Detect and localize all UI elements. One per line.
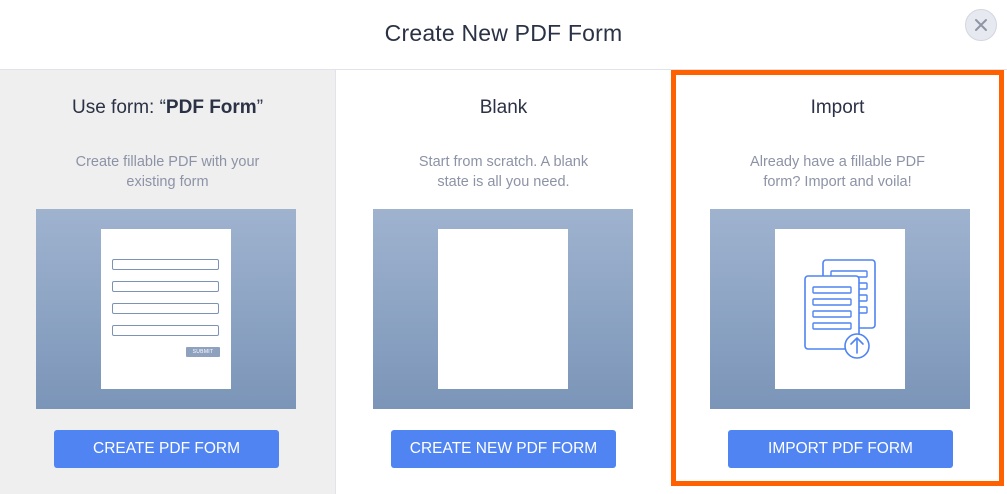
option-use-form[interactable]: Use form: “PDF Form” Create fillable PDF…: [0, 70, 335, 494]
option-title: Use form: “PDF Form”: [0, 97, 335, 119]
blank-preview-thumbnail: [373, 209, 633, 409]
option-title: Blank: [479, 97, 528, 118]
option-title-suffix: ”: [256, 97, 264, 118]
option-description: Start from scratch. A blank state is all…: [376, 152, 631, 192]
close-button[interactable]: [965, 9, 997, 41]
create-pdf-form-button[interactable]: CREATE PDF FORM: [54, 430, 279, 468]
form-preview-sheet: SUBMIT: [101, 229, 231, 389]
option-description-line: Already have a fillable PDF: [750, 154, 925, 170]
close-icon: [975, 19, 987, 31]
preview-field: [112, 303, 219, 314]
option-description-line: existing form: [126, 174, 209, 190]
option-description-line: Create fillable PDF with your: [75, 154, 260, 170]
modal-header: Create New PDF Form: [0, 0, 1007, 70]
option-description-line: state is all you need.: [437, 174, 570, 190]
import-pdf-form-button[interactable]: IMPORT PDF FORM: [728, 430, 953, 468]
option-description-line: Start from scratch. A blank: [418, 154, 589, 170]
option-title-prefix: Use form: “: [71, 97, 166, 118]
option-import[interactable]: Import Already have a fillable PDF form?…: [671, 70, 1004, 486]
document-upload-icon: [804, 259, 876, 359]
option-blank[interactable]: Blank Start from scratch. A blank state …: [335, 70, 671, 494]
preview-field: [112, 259, 219, 270]
option-title-form-name: PDF Form: [165, 97, 257, 118]
modal-title: Create New PDF Form: [384, 20, 623, 46]
option-description: Create fillable PDF with your existing f…: [40, 152, 295, 192]
import-preview-sheet: [775, 229, 905, 389]
option-title: Import: [810, 97, 865, 118]
import-preview-thumbnail: [710, 209, 970, 409]
option-description: Already have a fillable PDF form? Import…: [716, 152, 959, 192]
preview-field: [112, 281, 219, 292]
preview-field: [112, 325, 219, 336]
blank-preview-sheet: [438, 229, 568, 389]
option-description-line: form? Import and voila!: [763, 174, 912, 190]
preview-submit-button: SUBMIT: [186, 347, 220, 357]
create-new-pdf-form-button[interactable]: CREATE NEW PDF FORM: [391, 430, 616, 468]
form-preview-thumbnail: SUBMIT: [36, 209, 296, 409]
